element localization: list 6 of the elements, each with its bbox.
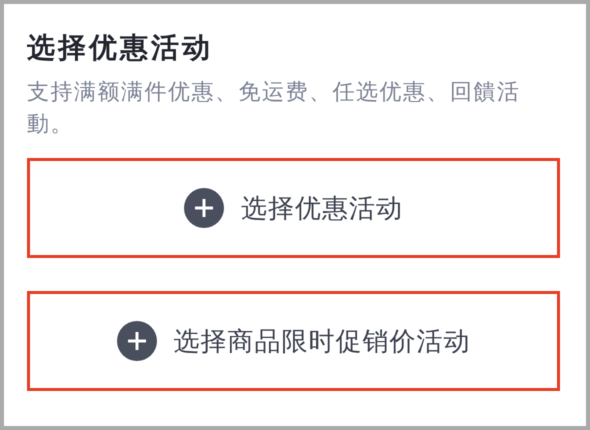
panel-description: 支持满额满件优惠、免运费、任选优惠、回饋活動。: [27, 78, 522, 138]
plus-icon: [116, 321, 156, 361]
plus-icon: [184, 188, 224, 228]
panel-title: 选择优惠活动: [27, 32, 214, 64]
add-activity-button[interactable]: 选择优惠活动: [27, 158, 560, 258]
add-activity-button[interactable]: 选择商品限时促销价活动: [27, 291, 560, 391]
